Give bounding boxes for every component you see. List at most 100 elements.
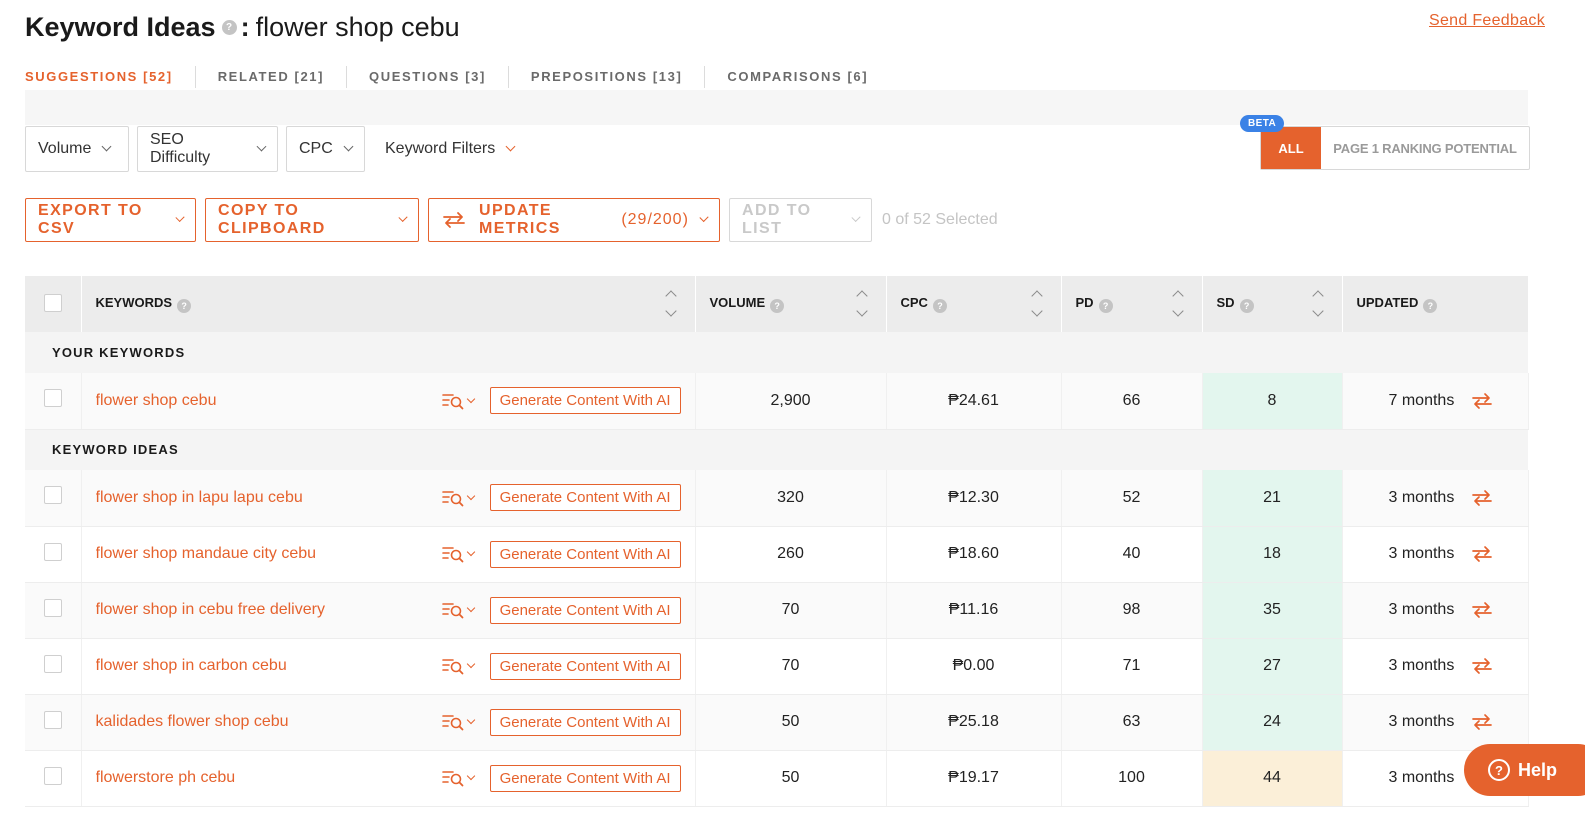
header-sd[interactable]: SD? xyxy=(1202,276,1343,332)
row-checkbox[interactable] xyxy=(43,389,62,408)
sd-cell: 27 xyxy=(1202,638,1343,695)
generate-content-button[interactable]: Generate Content With AI xyxy=(489,484,681,512)
help-icon[interactable]: ? xyxy=(932,299,947,313)
row-checkbox[interactable] xyxy=(43,654,62,673)
group-your-keywords: YOUR KEYWORDS xyxy=(25,332,1528,373)
refresh-icon[interactable] xyxy=(1470,712,1494,732)
generate-content-button[interactable]: Generate Content With AI xyxy=(489,708,681,736)
serp-analysis-icon[interactable] xyxy=(441,657,475,675)
volume-cell: 70 xyxy=(695,582,887,639)
keyword-link[interactable]: flower shop in cebu free delivery xyxy=(96,601,442,619)
title-colon: : xyxy=(240,12,250,42)
send-feedback-link[interactable]: Send Feedback xyxy=(1429,12,1545,30)
seo-difficulty-filter[interactable]: SEO Difficulty xyxy=(137,126,278,172)
refresh-icon[interactable] xyxy=(1470,656,1494,676)
help-icon[interactable]: ? xyxy=(770,299,785,313)
cpc-filter[interactable]: CPC xyxy=(286,126,365,172)
sd-cell: 8 xyxy=(1202,373,1343,430)
all-toggle-button[interactable]: ALL xyxy=(1261,127,1321,169)
tab-prepositions[interactable]: PREPOSITIONS [13] xyxy=(507,66,704,88)
chevron-down-icon xyxy=(398,212,408,223)
refresh-icon[interactable] xyxy=(1470,391,1494,411)
updated-cell: 3 months xyxy=(1342,470,1529,527)
update-metrics-button[interactable]: UPDATE METRICS (29/200) xyxy=(428,198,720,242)
generate-content-button[interactable]: Generate Content With AI xyxy=(489,652,681,680)
generate-content-button[interactable]: Generate Content With AI xyxy=(489,540,681,568)
row-checkbox[interactable] xyxy=(43,598,62,617)
help-icon[interactable]: ? xyxy=(1098,299,1113,313)
sort-icon[interactable] xyxy=(1311,290,1324,317)
serp-analysis-icon[interactable] xyxy=(441,392,475,410)
select-all-checkbox[interactable] xyxy=(43,293,62,312)
help-widget-button[interactable]: ? Help xyxy=(1464,744,1585,796)
header-pd[interactable]: PD? xyxy=(1061,276,1203,332)
header-sd-label: SD xyxy=(1216,295,1235,310)
help-widget-label: Help xyxy=(1518,759,1558,780)
title-label: Keyword Ideas xyxy=(25,12,216,42)
tab-comparisons[interactable]: COMPARISONS [6] xyxy=(704,66,890,88)
serp-analysis-icon[interactable] xyxy=(441,769,475,787)
sort-icon[interactable] xyxy=(855,290,868,317)
updated-cell: 7 months xyxy=(1342,373,1529,430)
copy-clipboard-button[interactable]: COPY TO CLIPBOARD xyxy=(205,198,419,242)
row-checkbox-cell xyxy=(25,694,82,751)
help-icon[interactable]: ? xyxy=(221,20,237,35)
tab-questions[interactable]: QUESTIONS [3] xyxy=(346,66,508,88)
add-to-list-button[interactable]: ADD TO LIST xyxy=(729,198,872,242)
sort-icon[interactable] xyxy=(1030,290,1043,317)
keyword-link[interactable]: flower shop mandaue city cebu xyxy=(96,545,442,563)
keyword-link[interactable]: kalidades flower shop cebu xyxy=(96,713,442,731)
sd-cell: 18 xyxy=(1202,526,1343,583)
header-volume[interactable]: VOLUME? xyxy=(695,276,887,332)
header-keywords[interactable]: KEYWORDS? xyxy=(81,276,696,332)
keyword-filters-dropdown[interactable]: Keyword Filters xyxy=(385,126,516,172)
row-checkbox-cell xyxy=(25,638,82,695)
page1-ranking-toggle-button[interactable]: PAGE 1 RANKING POTENTIAL xyxy=(1321,127,1529,169)
row-checkbox-cell xyxy=(25,526,82,583)
refresh-icon[interactable] xyxy=(1470,544,1494,564)
help-icon[interactable]: ? xyxy=(177,299,192,313)
update-metrics-label: UPDATE METRICS xyxy=(479,202,561,237)
volume-filter[interactable]: Volume xyxy=(25,126,129,172)
help-icon[interactable]: ? xyxy=(1239,299,1254,313)
keyword-link[interactable]: flower shop in lapu lapu cebu xyxy=(96,489,442,507)
tab-related[interactable]: RELATED [21] xyxy=(194,66,346,88)
sd-cell: 35 xyxy=(1202,582,1343,639)
row-checkbox[interactable] xyxy=(43,542,62,561)
keyword-link[interactable]: flower shop in carbon cebu xyxy=(96,657,442,675)
tab-suggestions[interactable]: SUGGESTIONS [52] xyxy=(25,66,195,88)
serp-analysis-icon[interactable] xyxy=(441,601,475,619)
help-icon[interactable]: ? xyxy=(1423,299,1438,313)
add-to-list-label: ADD TO LIST xyxy=(742,202,812,237)
keyword-cell: flower shop in carbon cebu Generate Conte… xyxy=(81,638,696,695)
header-cpc[interactable]: CPC? xyxy=(886,276,1062,332)
serp-analysis-icon[interactable] xyxy=(441,489,475,507)
keyword-cell: flower shop in lapu lapu cebu Generate Co… xyxy=(81,470,696,527)
serp-analysis-icon[interactable] xyxy=(441,713,475,731)
updated-label: 7 months xyxy=(1388,391,1455,409)
keyword-link[interactable]: flower shop cebu xyxy=(96,392,442,410)
table-header-row: KEYWORDS? VOLUME? CPC? PD? SD? UPDATED? xyxy=(25,276,1528,332)
sort-icon[interactable] xyxy=(1171,290,1184,317)
generate-content-button[interactable]: Generate Content With AI xyxy=(489,387,681,415)
volume-cell: 50 xyxy=(695,750,887,807)
pd-cell: 63 xyxy=(1061,694,1203,751)
sort-icon[interactable] xyxy=(664,290,677,317)
row-checkbox[interactable] xyxy=(43,766,62,785)
serp-analysis-icon[interactable] xyxy=(441,545,475,563)
table-body: YOUR KEYWORDS flower shop cebu Generate Co… xyxy=(25,332,1529,807)
row-checkbox[interactable] xyxy=(43,486,62,505)
refresh-icon[interactable] xyxy=(1470,600,1494,620)
keyword-cell: flowerstore ph cebu Generate Content With… xyxy=(81,750,696,807)
cpc-cell: ₱19.17 xyxy=(886,750,1062,807)
refresh-icon[interactable] xyxy=(1470,488,1494,508)
generate-content-button[interactable]: Generate Content With AI xyxy=(489,596,681,624)
cpc-cell: ₱24.61 xyxy=(886,373,1062,430)
select-all-cell xyxy=(25,276,82,332)
export-csv-label: EXPORT TO CSV xyxy=(38,202,143,237)
row-checkbox[interactable] xyxy=(43,710,62,729)
chevron-down-icon xyxy=(466,771,475,781)
keyword-link[interactable]: flowerstore ph cebu xyxy=(96,769,442,787)
export-csv-button[interactable]: EXPORT TO CSV xyxy=(25,198,196,242)
generate-content-button[interactable]: Generate Content With AI xyxy=(489,764,681,792)
